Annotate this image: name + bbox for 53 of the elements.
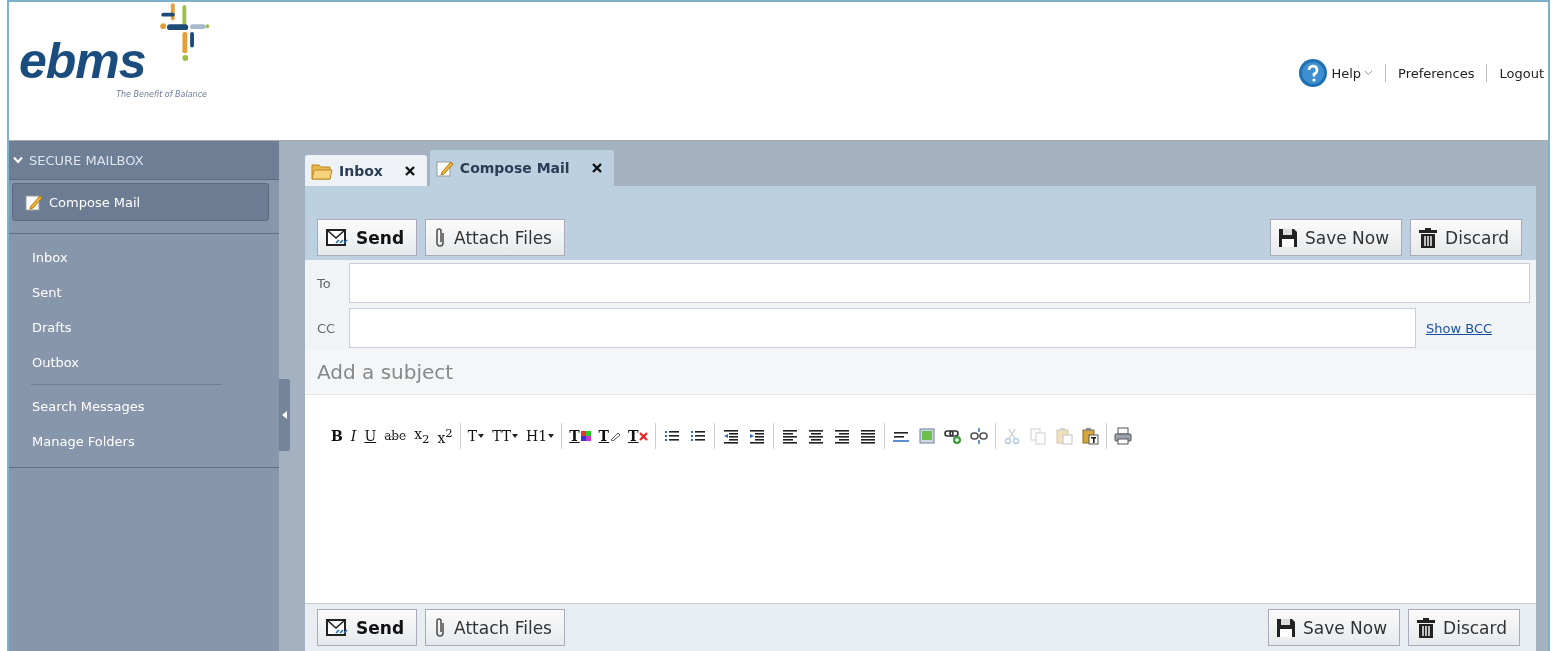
show-bcc-link[interactable]: Show BCC — [1426, 320, 1530, 336]
save-now-button[interactable]: Save Now — [1269, 219, 1403, 256]
trash-icon — [1419, 227, 1438, 248]
caret-icon — [548, 434, 555, 438]
to-label: To — [317, 275, 332, 291]
logo-tagline: The Benefit of Balance — [116, 90, 207, 99]
caret-icon — [512, 434, 519, 438]
send-button[interactable]: Send — [317, 609, 418, 646]
compose-mail-button[interactable]: Compose Mail — [12, 183, 269, 221]
help-icon — [1298, 58, 1329, 88]
marker-icon — [610, 431, 621, 441]
pencil-icon — [435, 159, 454, 177]
format-button[interactable]: T — [624, 424, 653, 448]
color-grid-icon — [580, 431, 591, 441]
attach-files-button[interactable]: Attach Files — [425, 609, 565, 646]
format-button[interactable]: I — [346, 424, 361, 448]
format-button[interactable]: x$^{2}$ — [433, 424, 457, 448]
folder-icon — [311, 161, 333, 180]
caret-icon — [478, 434, 485, 438]
trash-icon — [1417, 617, 1436, 638]
header-link[interactable]: Preferences — [1398, 65, 1475, 81]
tab[interactable]: Inbox — [305, 155, 427, 186]
save-now-button[interactable]: Save Now — [1267, 609, 1401, 646]
paperclip-icon — [434, 616, 447, 639]
format-button[interactable]: H1 — [522, 424, 559, 448]
format-button[interactable]: TT — [488, 424, 523, 448]
format-button[interactable]: x$_{2}$ — [410, 424, 434, 448]
cc-field[interactable] — [349, 308, 1416, 348]
to-field[interactable] — [349, 263, 1530, 303]
close-icon[interactable] — [591, 163, 602, 173]
subject-field[interactable]: Add a subject — [305, 350, 1536, 395]
tab[interactable]: Compose Mail — [429, 150, 614, 186]
chevron-down-icon — [1364, 70, 1373, 76]
format-button[interactable]: T — [463, 424, 489, 448]
envelope-icon — [326, 618, 348, 637]
collapse-handle[interactable] — [279, 379, 290, 451]
format-button[interactable]: T — [565, 424, 595, 448]
attach-files-button[interactable]: Attach Files — [425, 219, 565, 256]
cross-icon — [639, 431, 649, 441]
paperclip-icon — [434, 226, 447, 249]
discard-button[interactable]: Discard — [1410, 219, 1522, 256]
format-button[interactable]: U — [360, 424, 381, 448]
pencil-icon — [25, 193, 43, 211]
format-button[interactable]: T — [594, 424, 625, 448]
send-button[interactable]: Send — [317, 219, 418, 256]
header-link[interactable]: Logout — [1499, 65, 1544, 81]
help-menu[interactable]: Help — [1298, 58, 1373, 88]
discard-button[interactable]: Discard — [1408, 609, 1520, 646]
format-button[interactable]: B — [327, 424, 347, 448]
cc-label: CC — [317, 320, 337, 336]
close-icon[interactable] — [404, 165, 415, 176]
envelope-icon — [326, 228, 348, 247]
logo-wordmark: ebms — [19, 36, 146, 86]
